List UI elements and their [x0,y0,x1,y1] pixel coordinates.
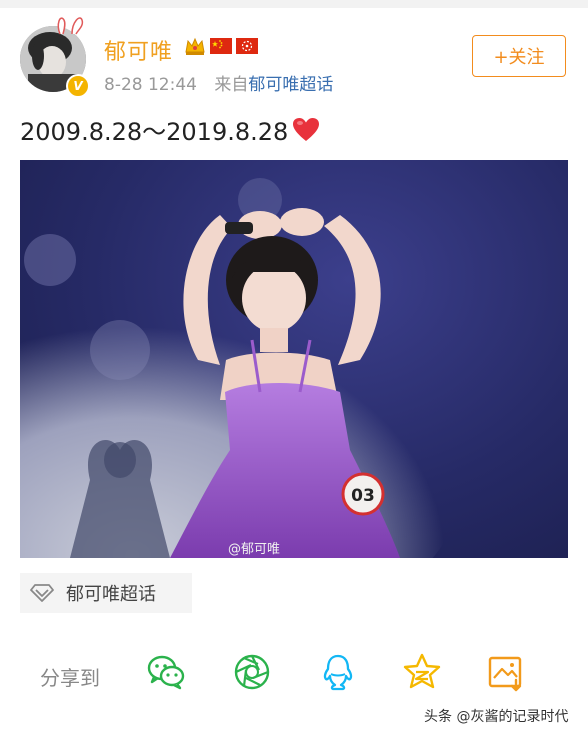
qzone-icon[interactable] [402,652,442,692]
qq-icon[interactable] [318,652,358,692]
china-flag-icon [210,38,232,54]
super-topic-tag[interactable]: 郁可唯超话 [20,573,192,613]
post-image[interactable]: 03 [20,160,568,558]
contestant-number: 03 [351,486,375,506]
diamond-icon [30,584,54,602]
image-watermark: @郁可唯 [228,542,281,557]
share-label: 分享到 [40,666,100,690]
footer-credit: 头条 @灰酱的记录时代 [424,709,569,725]
wechat-icon[interactable] [146,652,186,692]
source-link[interactable]: 郁可唯超话 [248,75,333,95]
crown-icon [185,37,205,55]
top-divider [0,0,588,8]
post-meta: 8-28 12:44 来自郁可唯超话 [104,70,333,95]
hong-kong-flag-icon [236,38,258,54]
post-text-content: 2009.8.28～2019.8.28 [20,118,289,146]
follow-button[interactable]: +关注 [472,35,566,77]
post-time: 8-28 12:44 [104,75,197,95]
performer-photo: 03 [20,178,470,558]
verified-badge-icon: V [66,74,90,98]
post-text: 2009.8.28～2019.8.28 [20,112,320,147]
bunny-ears-decoration [57,17,84,35]
source-prefix: 来自 [214,75,249,95]
username[interactable]: 郁可唯 [104,34,173,66]
save-image-icon[interactable] [486,652,526,692]
super-topic-label: 郁可唯超话 [66,584,156,605]
moments-icon[interactable] [232,652,272,692]
heart-emoji-icon [293,118,320,141]
user-badges [184,36,258,56]
